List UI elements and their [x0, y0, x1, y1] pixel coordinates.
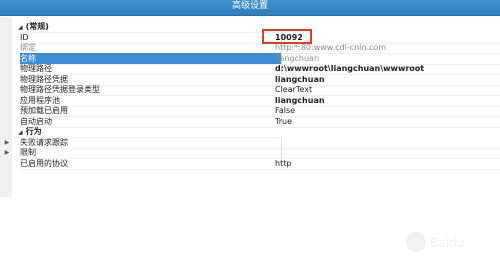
property-row[interactable]: 名称 liangchuan: [12, 52, 500, 65]
property-row[interactable]: 物理路径 d:\wwwroot\liangchuan\wwwroot: [12, 63, 500, 75]
expand-arrow-icon[interactable]: ▶: [3, 137, 11, 148]
property-row[interactable]: 预加载已启用 False: [12, 105, 500, 117]
property-row[interactable]: 物理路径凭据登录类型 ClearText: [12, 84, 500, 96]
property-name: 已启用的协议: [20, 157, 282, 170]
svg-text:Baidu: Baidu: [430, 236, 464, 250]
property-row[interactable]: 已启用的协议 http: [12, 157, 500, 170]
property-row[interactable]: 自动启动 True: [12, 115, 500, 128]
grid-gutter: [0, 17, 12, 197]
property-row[interactable]: ID 10092: [12, 31, 500, 44]
property-value[interactable]: http: [275, 158, 500, 170]
property-row[interactable]: 应用程序池 liangchuan: [12, 94, 500, 107]
expand-arrow-icon[interactable]: ▶: [3, 147, 11, 158]
property-row[interactable]: 绑定 http:*:80:www.cdl-cnln.com: [12, 42, 500, 54]
watermark-logo: Baidu: [406, 232, 464, 252]
property-row[interactable]: ▶ 限制: [5, 147, 500, 159]
property-category[interactable]: (常规): [12, 21, 500, 33]
property-row[interactable]: 物理路径凭据 liangchuan: [12, 73, 500, 86]
dialog-titlebar: 高级设置: [0, 0, 500, 16]
dialog-title: 高级设置: [231, 1, 268, 11]
property-category[interactable]: 行为: [12, 126, 500, 138]
property-row[interactable]: ▶ 失败请求跟踪: [5, 136, 500, 149]
